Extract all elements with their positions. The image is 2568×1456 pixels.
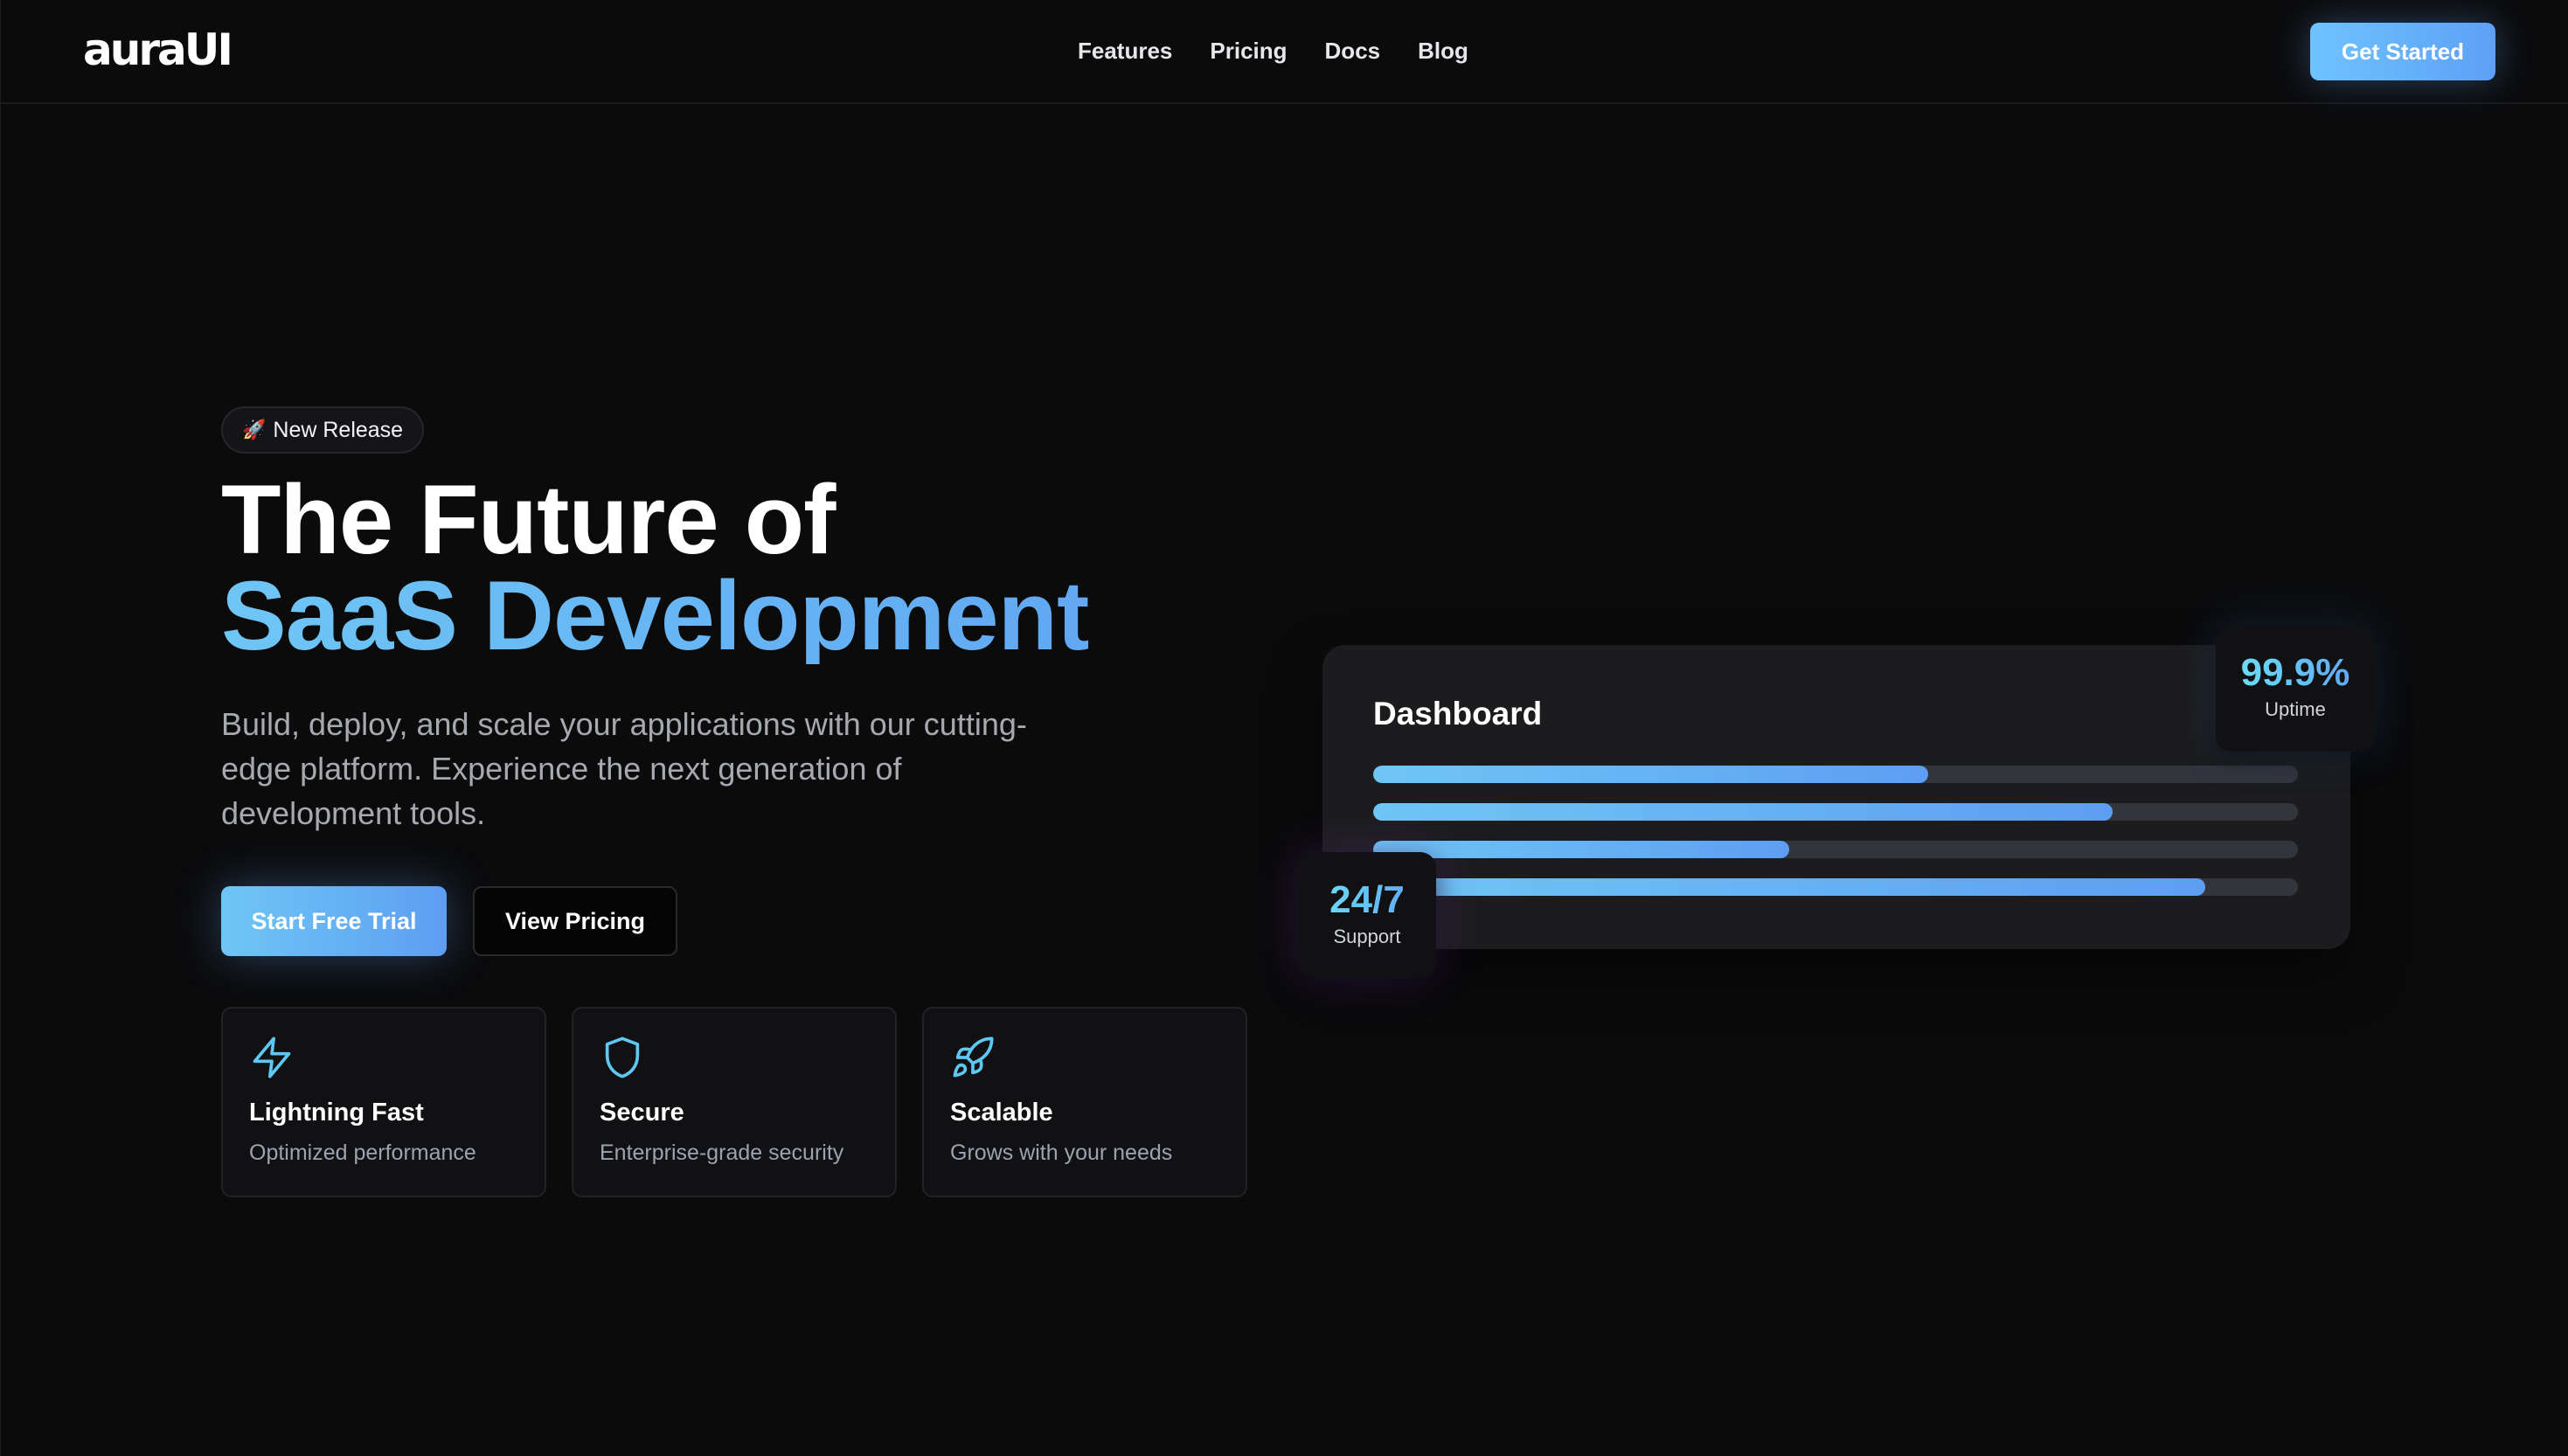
rocket-icon bbox=[953, 1037, 994, 1078]
nav-links: Features Pricing Docs Blog bbox=[1078, 33, 1468, 68]
feature-card-lightning: Lightning Fast Optimized performance bbox=[221, 1007, 546, 1197]
uptime-label: Uptime bbox=[2265, 698, 2326, 720]
nav-link-pricing[interactable]: Pricing bbox=[1210, 33, 1287, 68]
support-stat-card: 24/7 Support bbox=[1298, 852, 1436, 978]
landing-page: auraUI Features Pricing Docs Blog Get St… bbox=[0, 0, 2568, 1456]
support-label: Support bbox=[1333, 926, 1401, 947]
progress-bar bbox=[1373, 841, 2298, 858]
progress-bar-fill bbox=[1373, 766, 1928, 783]
release-badge: 🚀 New Release bbox=[221, 406, 425, 454]
shield-icon bbox=[605, 1037, 640, 1078]
progress-bar bbox=[1373, 878, 2298, 896]
nav-link-features[interactable]: Features bbox=[1078, 33, 1172, 68]
rocket-emoji-icon: 🚀 bbox=[242, 419, 267, 441]
feature-title: Lightning Fast bbox=[249, 1099, 424, 1127]
dashboard-title: Dashboard bbox=[1373, 696, 1543, 731]
nav-link-docs[interactable]: Docs bbox=[1325, 33, 1381, 68]
uptime-stat-card: 99.9% Uptime bbox=[2216, 626, 2375, 752]
logo[interactable]: auraUI bbox=[83, 23, 233, 77]
support-value: 24/7 bbox=[1298, 878, 1436, 922]
get-started-button[interactable]: Get Started bbox=[2310, 23, 2495, 80]
top-navbar: auraUI Features Pricing Docs Blog Get St… bbox=[1, 0, 2568, 104]
dashboard-preview-card: Dashboard bbox=[1322, 645, 2350, 949]
hero-title: The Future of SaaS Development bbox=[221, 465, 1357, 665]
feature-title: Scalable bbox=[950, 1099, 1053, 1127]
feature-description: Enterprise-grade security bbox=[600, 1141, 844, 1165]
feature-cards: Lightning Fast Optimized performance Sec… bbox=[221, 1007, 1247, 1197]
feature-description: Optimized performance bbox=[249, 1141, 476, 1165]
lightning-icon bbox=[253, 1037, 291, 1078]
hero-title-line2: SaaS Development bbox=[221, 567, 1357, 665]
badge-label: New Release bbox=[273, 417, 404, 442]
progress-bar-fill bbox=[1373, 878, 2206, 896]
feature-title: Secure bbox=[600, 1099, 684, 1127]
progress-bar-fill bbox=[1373, 841, 1790, 858]
progress-bar bbox=[1373, 766, 2298, 783]
uptime-value: 99.9% bbox=[2216, 651, 2375, 695]
progress-bar-fill bbox=[1373, 803, 2113, 821]
start-free-trial-button[interactable]: Start Free Trial bbox=[221, 886, 447, 956]
hero-description: Build, deploy, and scale your applicatio… bbox=[221, 706, 1027, 831]
progress-bar bbox=[1373, 803, 2298, 821]
view-pricing-button[interactable]: View Pricing bbox=[473, 886, 677, 956]
feature-description: Grows with your needs bbox=[950, 1141, 1173, 1165]
nav-link-blog[interactable]: Blog bbox=[1418, 33, 1468, 68]
hero-title-line1: The Future of bbox=[221, 465, 836, 574]
feature-card-secure: Secure Enterprise-grade security bbox=[572, 1007, 897, 1197]
feature-card-scalable: Scalable Grows with your needs bbox=[922, 1007, 1247, 1197]
